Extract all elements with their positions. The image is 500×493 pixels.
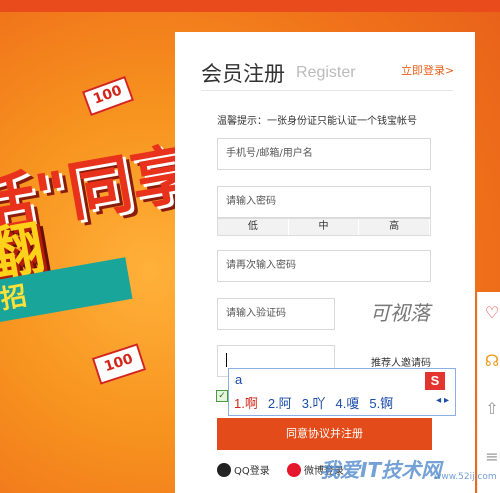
panel-subtitle: Register [296, 64, 356, 81]
site-watermark-url: www.52ij.com [434, 472, 497, 482]
captcha-input[interactable]: 请输入验证码 [217, 298, 335, 330]
divider [201, 90, 453, 91]
menu-icon[interactable]: ≡ [483, 448, 500, 466]
qq-login-link[interactable]: QQ登录 [217, 462, 270, 477]
back-to-top-icon[interactable]: ⇧ [483, 400, 500, 418]
ime-composition: a [235, 372, 243, 387]
panel-title: 会员注册 [201, 62, 285, 86]
ime-candidate[interactable]: 3.吖 [302, 393, 326, 412]
strength-medium: 中 [289, 219, 360, 235]
strength-high: 高 [359, 219, 431, 235]
heart-icon[interactable]: ♡ [483, 304, 500, 322]
ime-candidate[interactable]: 2.阿 [268, 393, 292, 412]
username-input[interactable]: 手机号/邮箱/用户名 [217, 138, 431, 170]
sogou-ime-icon: S [425, 372, 445, 390]
password-strength-meter: 低 中 高 [217, 218, 431, 236]
qq-login-label: QQ登录 [234, 466, 270, 477]
ime-candidate-window: a S 1.啊 2.阿 3.吖 4.嗄 5.锕 ◂ ▸ [228, 368, 456, 416]
strength-low: 低 [218, 219, 289, 235]
register-button[interactable]: 同意协议并注册 [217, 418, 432, 450]
qq-icon [217, 462, 231, 477]
ime-candidate[interactable]: 1.啊 [234, 393, 258, 412]
ime-candidate[interactable]: 5.锕 [369, 393, 393, 412]
headset-icon[interactable]: ☊ [483, 352, 500, 370]
referrer-label: 推荐人邀请码 [371, 358, 431, 369]
ime-page-arrows[interactable]: ◂ ▸ [436, 395, 449, 406]
hint-text: 温馨提示：一张身份证只能认证一个钱宝帐号 [217, 116, 417, 127]
agree-checkbox[interactable]: ✓ [216, 390, 228, 402]
captcha-image[interactable]: 可视落 [370, 297, 440, 329]
register-panel: 会员注册 Register 立即登录> 温馨提示：一张身份证只能认证一个钱宝帐号… [175, 32, 475, 493]
top-accent-bar [0, 0, 500, 12]
password-input[interactable]: 请输入密码 [217, 186, 431, 218]
ime-candidates: 1.啊 2.阿 3.吖 4.嗄 5.锕 [234, 393, 393, 412]
text-cursor [226, 353, 227, 367]
login-now-link[interactable]: 立即登录> [401, 62, 454, 78]
weibo-icon [287, 462, 301, 477]
site-watermark: 我爱IT技术网 [320, 458, 442, 482]
ime-candidate[interactable]: 4.嗄 [336, 393, 360, 412]
confirm-password-input[interactable]: 请再次输入密码 [217, 250, 431, 282]
side-toolbar: ♡ ☊ ⇧ ≡ [477, 292, 500, 493]
